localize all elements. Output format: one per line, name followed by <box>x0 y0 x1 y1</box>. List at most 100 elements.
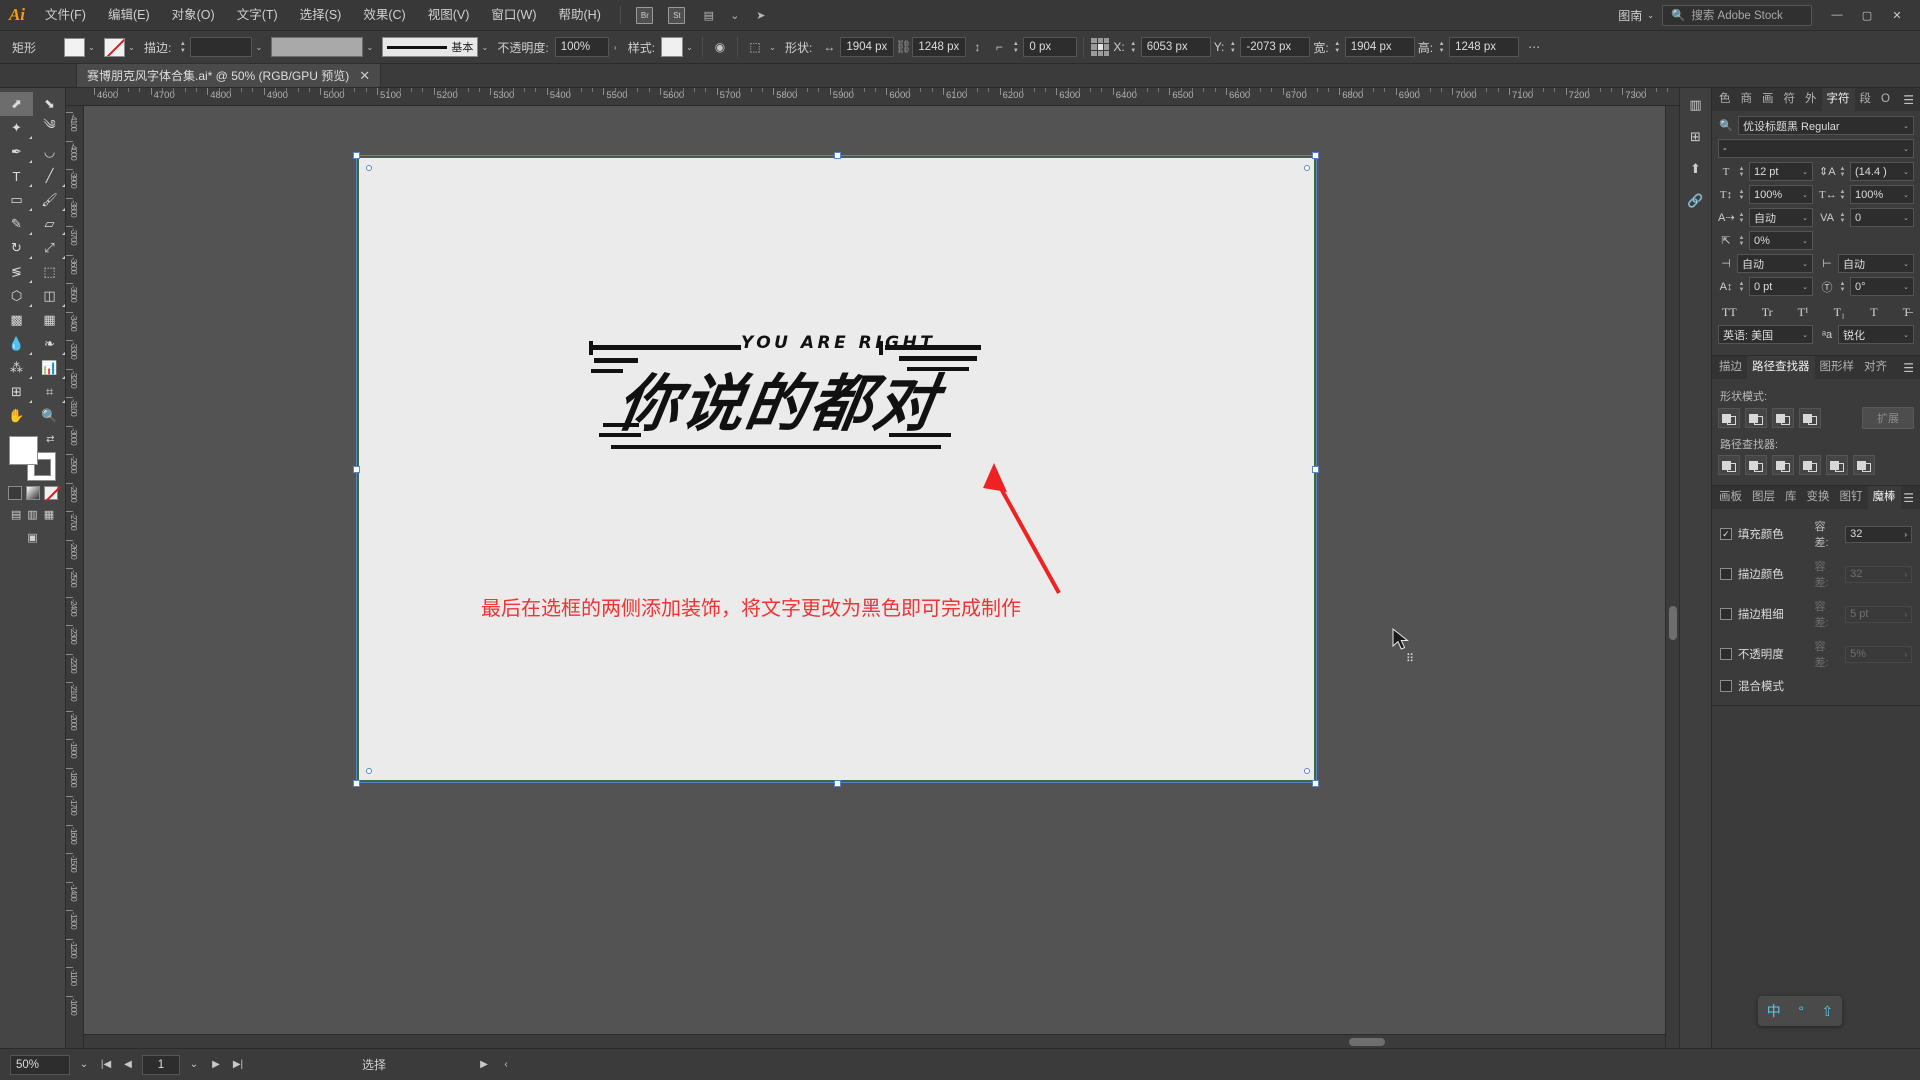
x-stepper[interactable]: ▲ ▼ <box>1128 41 1139 54</box>
exclude-icon[interactable] <box>1799 408 1821 428</box>
anti-alias-input[interactable]: 锐化 ⌄ <box>1838 325 1914 344</box>
normal-screen-mode-icon[interactable]: ▤ <box>11 508 21 521</box>
menu-edit[interactable]: 编辑(E) <box>97 0 161 31</box>
artboard-number-input[interactable]: 1 <box>142 1054 180 1075</box>
rectangle-tool[interactable]: ▭ <box>0 188 33 212</box>
menu-window[interactable]: 窗口(W) <box>480 0 547 31</box>
chevron-right-icon[interactable]: › <box>1904 610 1907 619</box>
stroke-swatch[interactable] <box>104 37 125 57</box>
chevron-down-icon[interactable]: ⌄ <box>1900 260 1909 268</box>
symbol-sprayer-tool[interactable]: ⁂ <box>0 356 33 380</box>
chevron-down-icon[interactable]: ⌄ <box>252 38 265 57</box>
menu-file[interactable]: 文件(F) <box>34 0 97 31</box>
brush-definition[interactable]: 基本 <box>382 37 479 57</box>
shape-height-input[interactable]: 1248 px <box>912 37 967 57</box>
font-size-stepper[interactable]: ▲ ▼ <box>1737 166 1746 178</box>
minus-front-icon[interactable] <box>1745 408 1767 428</box>
horizontal-ruler[interactable]: 4600 4700 4800 4900 5000 5100 5200 5300 5400 5500… <box>66 88 1679 106</box>
stroke-weight-input[interactable] <box>190 37 253 57</box>
tab-pin[interactable]: 图钉 <box>1835 486 1868 509</box>
logo-artwork[interactable]: YOU ARE RIGHT 你说的都对 <box>589 333 1079 458</box>
line-segment-tool[interactable]: ╱ <box>33 164 66 188</box>
color-panel-icon[interactable]: ▥ <box>1684 94 1708 116</box>
chevron-down-icon[interactable]: ⌄ <box>1900 168 1909 176</box>
menu-view[interactable]: 视图(V) <box>417 0 481 31</box>
y-position-input[interactable]: -2073 px <box>1240 37 1311 57</box>
chevron-down-icon[interactable]: ⌄ <box>1799 331 1808 339</box>
right-inset-input[interactable]: 自动 ⌄ <box>1838 254 1914 273</box>
unite-icon[interactable] <box>1718 408 1740 428</box>
chevron-down-icon[interactable]: ⌄ <box>1900 214 1909 222</box>
slice-tool[interactable]: ⌗ <box>33 380 66 404</box>
horizontal-scale-stepper[interactable]: ▲ ▼ <box>1838 189 1847 201</box>
vertical-scale-input[interactable]: 100% ⌄ <box>1749 185 1813 204</box>
type-tool[interactable]: T <box>0 164 33 188</box>
stroke-color-checkbox[interactable] <box>1720 568 1732 580</box>
fill-tolerance-input[interactable]: 32 › <box>1845 525 1912 543</box>
swap-fill-stroke-icon[interactable]: ⇄ <box>46 434 54 445</box>
chevron-down-icon[interactable]: ⌄ <box>1799 191 1808 199</box>
align-icon[interactable]: ⬚ <box>744 36 766 58</box>
chevron-down-icon[interactable]: ⌄ <box>766 38 779 57</box>
fill-color-control[interactable]: ⌄ <box>64 37 98 57</box>
vertical-scale-stepper[interactable]: ▲ ▼ <box>1737 189 1746 201</box>
subscript-button[interactable]: T₁ <box>1834 305 1846 320</box>
next-artboard-button[interactable]: ▶ <box>208 1059 224 1070</box>
variable-width-profile[interactable] <box>271 37 364 57</box>
tab-graphic-styles[interactable]: 图形样 <box>1815 356 1860 379</box>
color-button[interactable] <box>7 486 22 500</box>
full-screen-menu-mode-icon[interactable]: ▥ <box>27 508 37 521</box>
expand-button[interactable]: 扩展 <box>1862 407 1914 429</box>
menu-help[interactable]: 帮助(H) <box>548 0 612 31</box>
recolor-artwork-icon[interactable]: ◉ <box>709 36 731 58</box>
close-button[interactable]: ✕ <box>1882 4 1912 26</box>
merge-icon[interactable] <box>1772 455 1794 475</box>
tab-libraries[interactable]: 库 <box>1780 486 1802 509</box>
chevron-down-icon[interactable]: ⌄ <box>76 1059 92 1070</box>
tab-paragraph[interactable]: 段 <box>1855 88 1877 111</box>
properties-panel-icon[interactable]: ⊞ <box>1684 126 1708 148</box>
lasso-tool[interactable]: ༄ <box>33 116 66 140</box>
tab-color[interactable]: 色 <box>1714 88 1736 111</box>
chevron-right-icon[interactable]: › <box>1904 570 1907 579</box>
chevron-down-icon[interactable]: ⌄ <box>1799 260 1808 268</box>
fill-swatch[interactable] <box>64 37 85 57</box>
eraser-tool[interactable]: ▱ <box>33 212 66 236</box>
chevron-down-icon[interactable]: ⌄ <box>1900 145 1909 153</box>
chevron-down-icon[interactable]: ⌄ <box>1900 122 1909 130</box>
zoom-tool[interactable]: 🔍 <box>33 404 66 428</box>
status-resize-icon[interactable]: ‹ <box>498 1059 514 1070</box>
selection-handle[interactable] <box>834 780 841 787</box>
corner-radius-stepper[interactable]: ▲ ▼ <box>1010 41 1021 54</box>
chevron-down-icon[interactable]: ⌄ <box>363 38 376 57</box>
fill-stroke-control[interactable]: ⇄ <box>8 434 57 481</box>
language-input[interactable]: 英语: 美国 ⌄ <box>1718 325 1813 344</box>
font-style-input[interactable]: - ⌄ <box>1718 139 1914 158</box>
width-input[interactable]: 1904 px <box>1344 37 1415 57</box>
last-artboard-button[interactable]: ▶| <box>230 1059 246 1070</box>
bridge-icon[interactable]: Br <box>632 4 658 26</box>
horizontal-scale-input[interactable]: 100% ⌄ <box>1850 185 1914 204</box>
selection-tool[interactable]: ⬈ <box>0 92 33 116</box>
artboard[interactable]: YOU ARE RIGHT 你说的都对 最后在选框的两侧添加装饰，将文字更改为黑… <box>359 158 1414 780</box>
vertical-offset-input[interactable]: 0% ⌄ <box>1749 231 1813 250</box>
font-size-input[interactable]: 12 pt ⌄ <box>1749 162 1813 181</box>
kerning-input[interactable]: 自动 ⌄ <box>1749 208 1813 227</box>
selection-handle[interactable] <box>353 780 360 787</box>
fill-color-checkbox[interactable]: ✓ <box>1720 528 1732 540</box>
shape-builder-tool[interactable]: ⬡ <box>0 284 33 308</box>
weight-tolerance-input[interactable]: 5 pt › <box>1845 605 1912 623</box>
y-stepper[interactable]: ▲ ▼ <box>1227 41 1238 54</box>
gradient-button[interactable] <box>25 486 40 500</box>
left-inset-input[interactable]: 自动 ⌄ <box>1737 254 1813 273</box>
character-rotation-stepper[interactable]: ▲ ▼ <box>1838 281 1847 293</box>
opacity-tolerance-input[interactable]: 5% › <box>1845 645 1912 663</box>
baseline-shift-input[interactable]: 0 pt ⌄ <box>1749 277 1813 296</box>
stock-icon[interactable]: St <box>664 4 690 26</box>
chevron-down-icon[interactable]: ⌄ <box>125 38 138 57</box>
blending-mode-checkbox[interactable] <box>1720 680 1732 692</box>
links-panel-icon[interactable]: 🔗 <box>1684 190 1708 212</box>
baseline-shift-stepper[interactable]: ▲ ▼ <box>1737 281 1746 293</box>
h-stepper[interactable]: ▲ ▼ <box>1436 41 1447 54</box>
strikethrough-button[interactable]: T̶ <box>1903 305 1910 320</box>
